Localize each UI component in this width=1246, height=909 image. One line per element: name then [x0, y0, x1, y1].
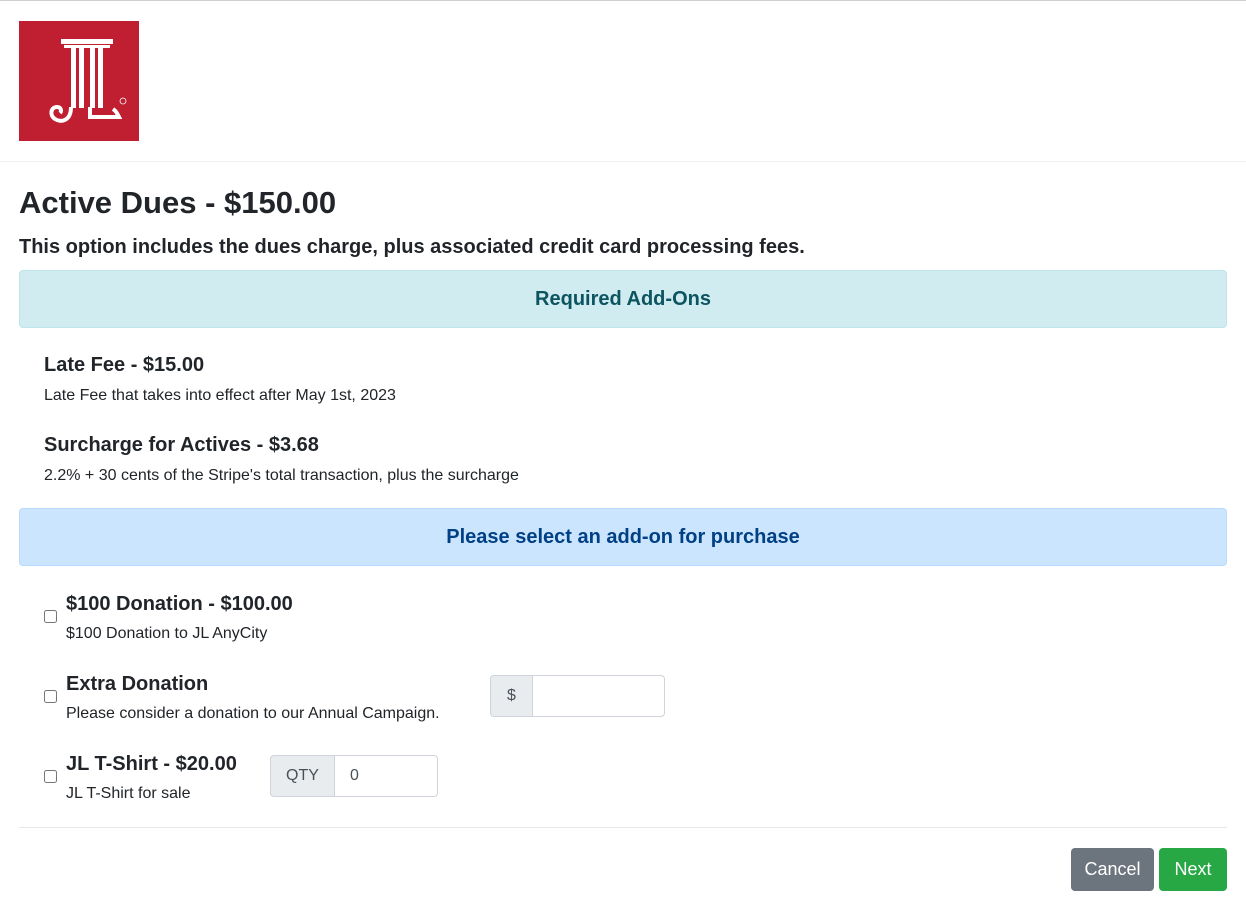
optional-addons-banner: Please select an add-on for purchase	[19, 508, 1227, 566]
page-title: Active Dues - $150.00	[19, 185, 337, 220]
tshirt-description: JL T-Shirt for sale	[66, 785, 191, 802]
next-button[interactable]: Next	[1159, 848, 1227, 891]
extra-donation-amount-group: $	[490, 675, 665, 717]
tshirt-title: JL T-Shirt - $20.00	[66, 753, 237, 775]
qty-prefix: QTY	[270, 755, 334, 797]
extra-donation-amount-input[interactable]	[532, 675, 665, 717]
required-addons-banner: Required Add-Ons	[19, 270, 1227, 328]
dollar-prefix: $	[490, 675, 532, 717]
extra-donation-checkbox[interactable]	[44, 690, 57, 703]
jl-logo[interactable]	[19, 21, 139, 141]
page-subtitle: This option includes the dues charge, pl…	[19, 236, 805, 258]
jl-column-logo-icon	[49, 39, 127, 123]
required-addon-description: 2.2% + 30 cents of the Stripe's total tr…	[44, 467, 519, 484]
tshirt-qty-group: QTY	[270, 755, 438, 797]
required-addon-description: Late Fee that takes into effect after Ma…	[44, 387, 396, 404]
extra-donation-description: Please consider a donation to our Annual…	[66, 705, 440, 722]
cancel-button[interactable]: Cancel	[1071, 848, 1154, 891]
donation-100-description: $100 Donation to JL AnyCity	[66, 625, 268, 642]
extra-donation-title: Extra Donation	[66, 673, 209, 695]
required-addon-title: Surcharge for Actives - $3.68	[44, 434, 319, 456]
tshirt-qty-input[interactable]	[334, 755, 438, 797]
donation-100-title: $100 Donation - $100.00	[66, 593, 293, 615]
site-header	[0, 1, 1246, 162]
donation-100-checkbox[interactable]	[44, 610, 57, 623]
required-addon-title: Late Fee - $15.00	[44, 354, 205, 376]
footer-divider	[19, 827, 1227, 828]
tshirt-checkbox[interactable]	[44, 770, 57, 783]
